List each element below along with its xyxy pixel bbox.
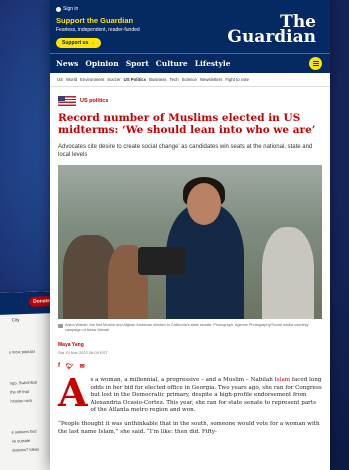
subnav-item-soccer[interactable]: Soccer [107, 77, 120, 82]
support-us-button[interactable]: Support us → [56, 38, 101, 48]
article-screen: Sign in Support the Guardian Fearless, i… [50, 0, 330, 470]
paragraph-text: s a woman, a millennial, a progressive –… [90, 377, 275, 383]
support-title: Support the Guardian [56, 16, 134, 25]
masthead: Sign in Support the Guardian Fearless, i… [50, 0, 330, 53]
facebook-icon[interactable]: f [58, 363, 60, 370]
article-photo[interactable] [58, 165, 322, 319]
article-dateline: Sat 19 Nov 2022 08.00 EST [58, 350, 108, 355]
article-byline[interactable]: Maya Yang [58, 342, 322, 348]
sign-in-link[interactable]: Sign in [56, 6, 78, 12]
hamburger-icon [312, 61, 319, 62]
kicker-label: US politics [80, 98, 109, 104]
nav-item-opinion[interactable]: Opinion [85, 59, 118, 68]
photo-microphones [138, 247, 186, 275]
logo-line-guardian: Guardian [227, 27, 316, 47]
subnav-item-newsletters[interactable]: Newsletters [200, 77, 222, 82]
article-body: A s a woman, a millennial, a progressive… [58, 370, 322, 436]
sign-in-label: Sign in [63, 6, 79, 12]
photo-person-right [262, 227, 314, 319]
share-bar: f 🐦︎ ✉ [58, 363, 322, 370]
article-standfirst: Advocates cite desire to create social c… [58, 144, 313, 158]
nav-item-sport[interactable]: Sport [126, 59, 149, 68]
subnav-item-business[interactable]: Business [149, 77, 166, 82]
sub-nav: US World Environment Soccer US Politics … [50, 73, 330, 87]
nav-item-lifestyle[interactable]: Lifestyle [195, 59, 231, 68]
islam-link[interactable]: Islam [275, 377, 291, 383]
menu-button[interactable] [309, 57, 322, 70]
subnav-item-world[interactable]: World [66, 77, 77, 82]
article-content: US politics Record number of Muslims ele… [50, 96, 330, 436]
caption-text: Aisha Wahab, the first Muslim and Afghan… [65, 323, 309, 332]
body-paragraph-2: “People thought it was unthinkable that … [58, 420, 320, 435]
us-flag-icon [58, 96, 76, 106]
twitter-icon[interactable]: 🐦︎ [66, 363, 74, 370]
body-paragraph: s a woman, a millennial, a progressive –… [58, 377, 322, 415]
primary-nav: News Opinion Sport Culture Lifestyle [50, 53, 330, 73]
email-icon[interactable]: ✉ [80, 363, 85, 370]
subnav-item-tech[interactable]: Tech [170, 77, 179, 82]
photo-caption: Aisha Wahab, the first Muslim and Afghan… [58, 323, 322, 333]
support-subtitle: Fearless, independent, reader-funded [56, 27, 140, 33]
guardian-logo[interactable]: The Guardian [227, 14, 316, 47]
nav-item-culture[interactable]: Culture [156, 59, 188, 68]
user-icon [56, 6, 61, 12]
drop-cap: A [58, 370, 88, 415]
subnav-item-science[interactable]: Science [182, 77, 197, 82]
section-kicker[interactable]: US politics [58, 96, 322, 106]
subnav-item-us[interactable]: US [57, 77, 63, 82]
nav-item-news[interactable]: News [56, 59, 78, 68]
subnav-item-fight-to-vote[interactable]: Fight to vote [225, 77, 249, 82]
article-headline: Record number of Muslims elected in US m… [58, 112, 316, 136]
subnav-item-us-politics[interactable]: US Politics [124, 77, 146, 82]
photo-speaker-head [187, 183, 221, 225]
camera-icon [58, 323, 63, 328]
subnav-item-environment[interactable]: Environment [80, 77, 104, 82]
